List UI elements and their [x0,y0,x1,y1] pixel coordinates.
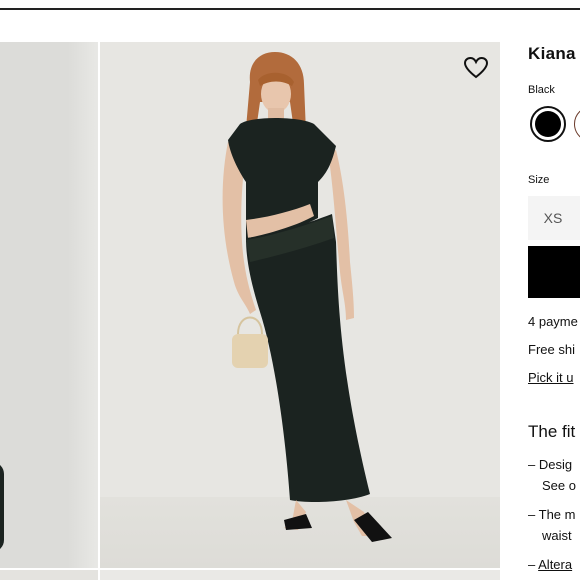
list-item: – The m waist [528,504,576,546]
fit-list: – Desig See o – The m waist – Altera [528,454,576,580]
dress-edge [0,462,4,552]
gallery-image-previous[interactable] [0,42,98,568]
swatch-fill [535,111,561,137]
list-dash: – [528,557,536,572]
size-label: Size [528,174,550,186]
color-swatch-brown[interactable] [574,106,580,142]
alterations-link[interactable]: Altera [538,557,572,572]
product-title: Kiana [528,44,576,63]
list-item: – Altera [528,554,576,575]
gallery-image-main[interactable] [100,42,500,568]
thumbnail[interactable] [100,570,500,580]
heart-outline-icon[interactable] [463,56,489,80]
list-item: – Desig See o [528,454,576,496]
size-option-xs[interactable]: XS [528,196,580,240]
payments-text: 4 payme [528,314,578,329]
thumbnail-strip [0,568,500,580]
shipping-text: Free shi [528,342,575,357]
color-label: Black [528,84,555,96]
model-illustration [222,52,392,542]
top-bar [0,0,580,10]
color-swatch-black[interactable] [530,106,566,142]
list-text: The m [538,507,576,522]
image-shade [68,42,98,568]
list-dash: – [528,457,536,472]
list-text: Desig [538,457,573,472]
list-dash: – [528,507,536,522]
list-text-continued: waist [542,528,572,543]
thumbnail[interactable] [0,570,98,580]
fit-heading: The fit [528,422,576,441]
add-to-bag-button[interactable] [528,246,580,298]
pickup-link[interactable]: Pick it u [528,370,574,385]
list-text-continued: See o [542,478,576,493]
product-info-panel: Kiana Black Size XS 4 payme Free shi Pic… [528,0,580,580]
